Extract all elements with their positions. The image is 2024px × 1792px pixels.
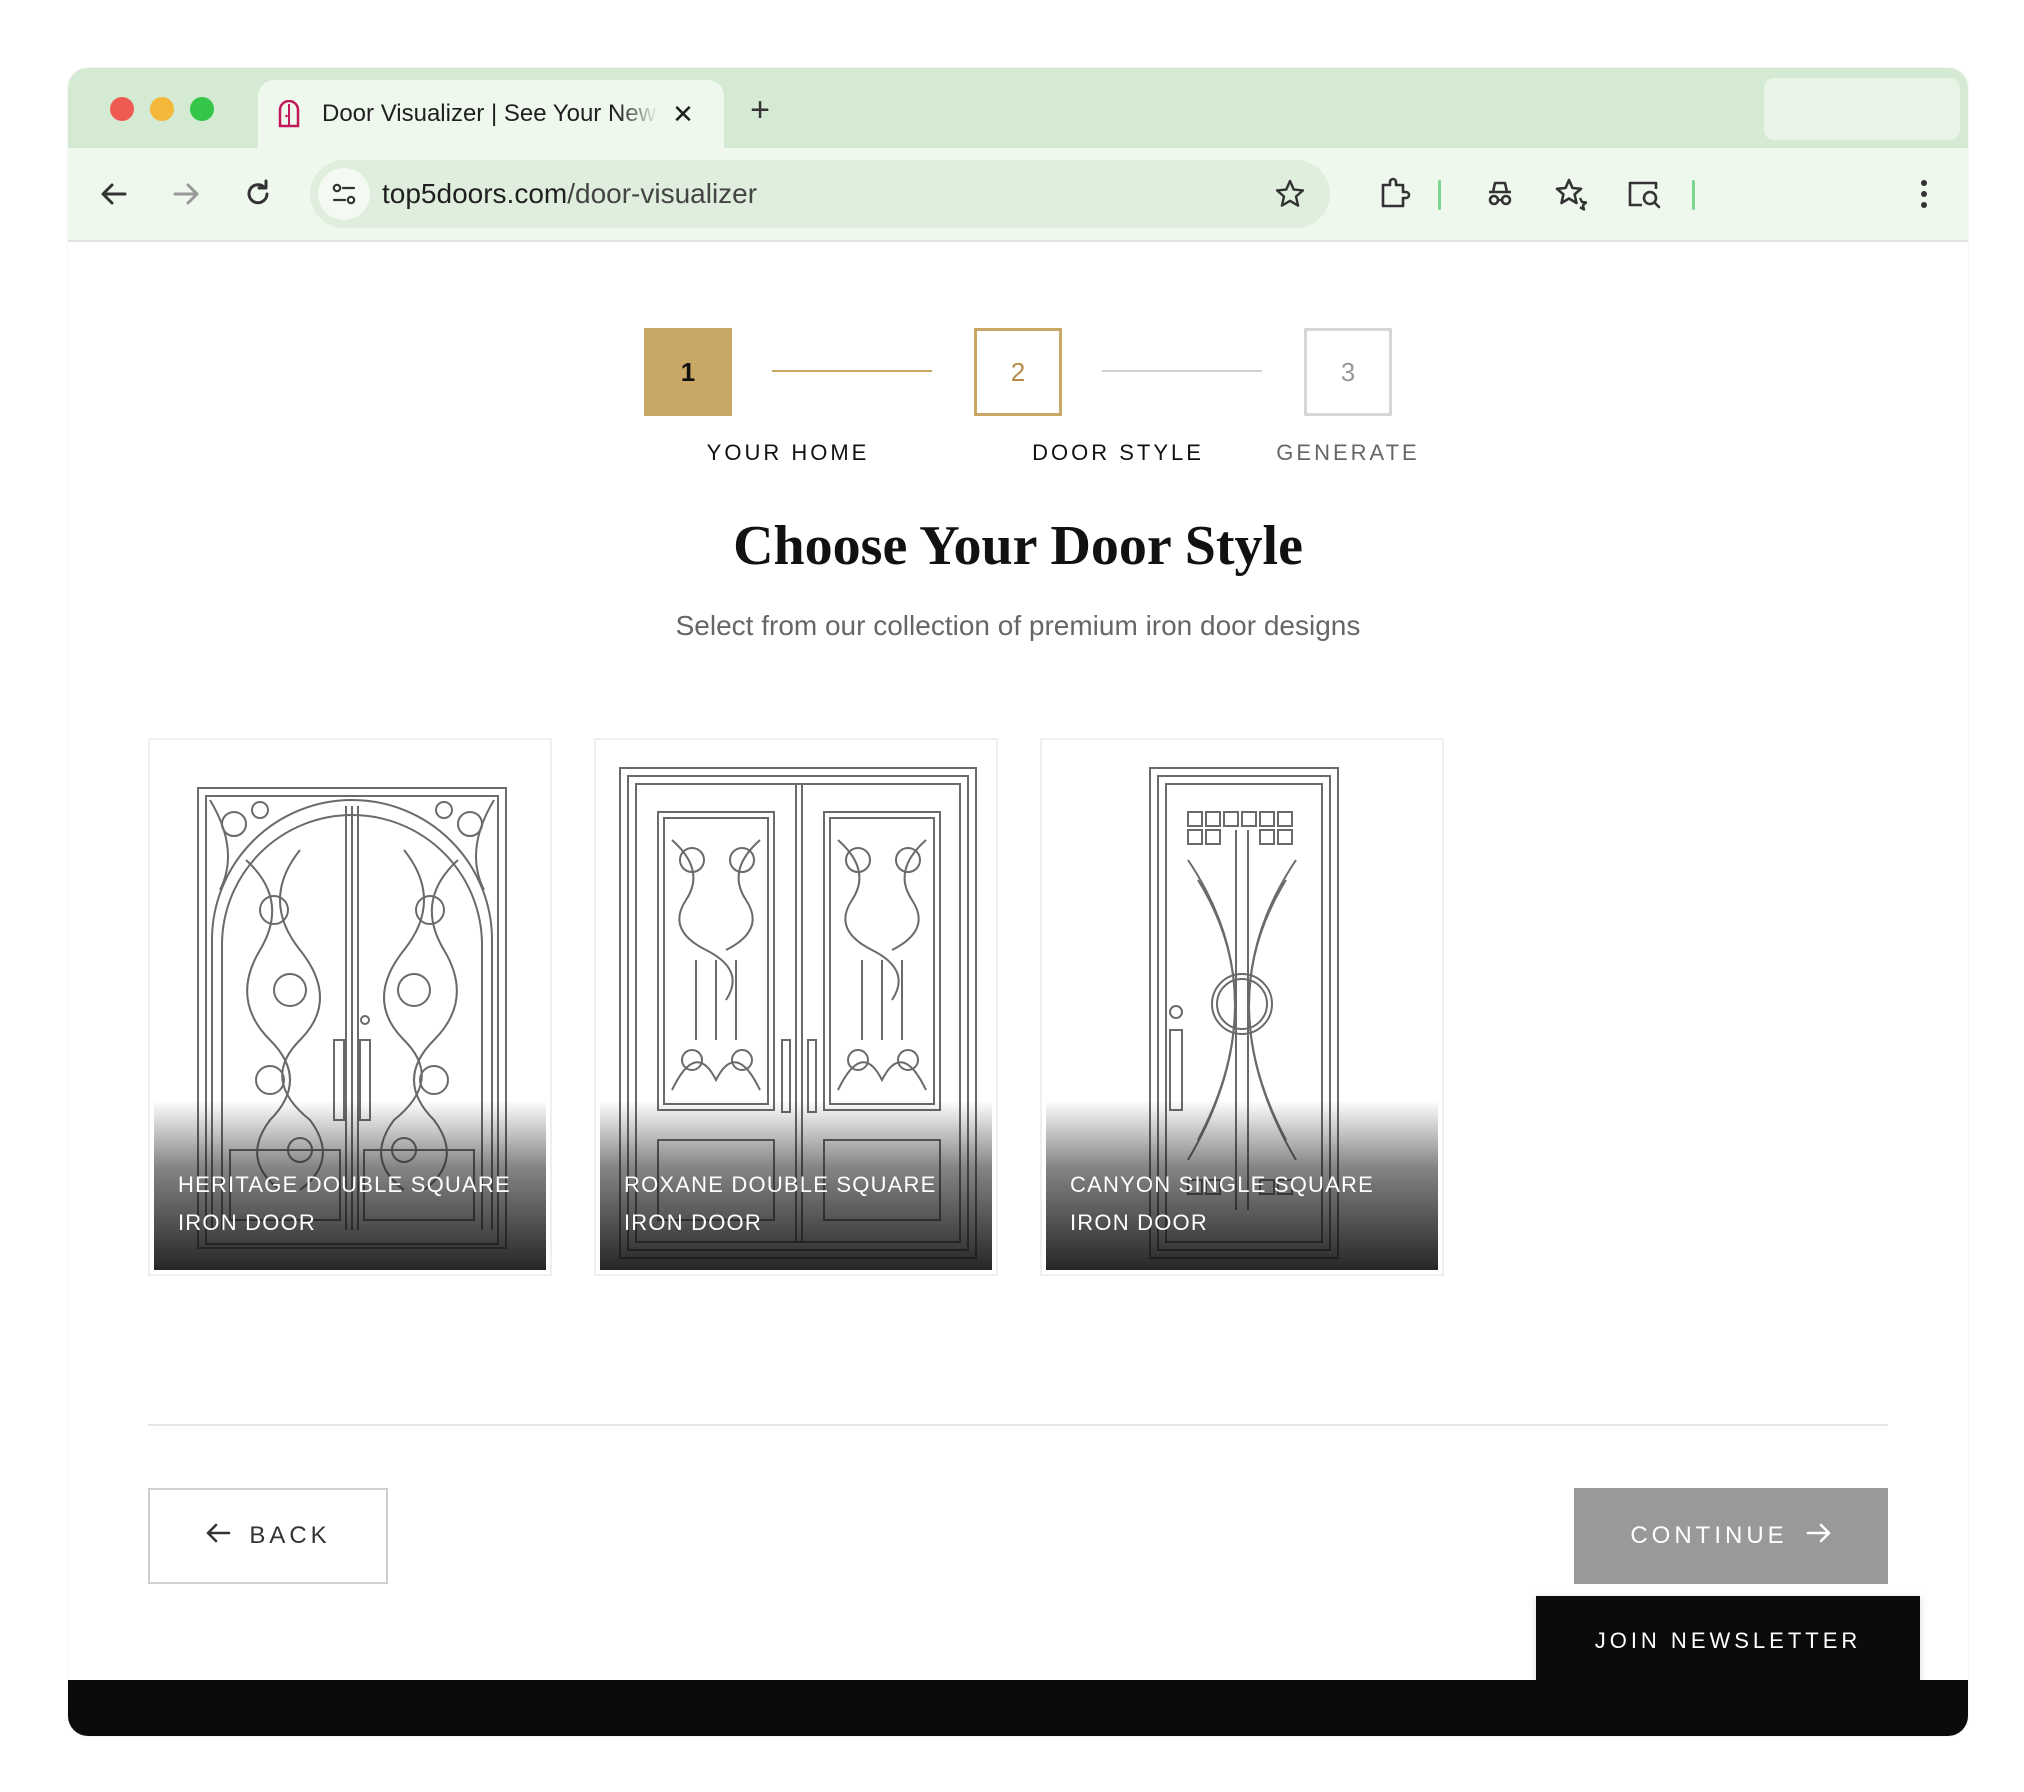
page-title: Choose Your Door Style xyxy=(733,515,1303,577)
page-subtitle: Select from our collection of premium ir… xyxy=(675,610,1361,641)
address-bar[interactable]: top5doors.com/door-visualizer xyxy=(310,160,1330,228)
favorites-star-icon[interactable] xyxy=(1546,168,1598,220)
tab-search-icon[interactable] xyxy=(1618,168,1670,220)
door-favicon-icon xyxy=(276,99,302,129)
door-card-heritage[interactable]: HERITAGE DOUBLE SQUARE IRON DOOR xyxy=(148,738,552,1276)
more-menu-icon[interactable] xyxy=(1898,168,1950,220)
door-card-canyon[interactable]: CANYON SINGLE SQUARE IRON DOOR xyxy=(1040,738,1444,1276)
door-name: ROXANE DOUBLE SQUARE IRON DOOR xyxy=(624,1172,937,1235)
reload-icon[interactable] xyxy=(232,168,284,220)
step-2-box[interactable]: 2 xyxy=(974,328,1062,416)
url-domain: top5doors.com xyxy=(382,178,568,209)
url-path: /door-visualizer xyxy=(567,178,758,209)
tab-strip: Door Visualizer | See Your New Iron Door… xyxy=(68,68,1968,148)
step-1-box[interactable]: 1 xyxy=(644,328,732,416)
forward-arrow-icon[interactable] xyxy=(160,168,212,220)
door-name: CANYON SINGLE SQUARE IRON DOOR xyxy=(1070,1172,1374,1235)
close-tab-icon[interactable]: ✕ xyxy=(668,99,698,129)
new-tab-button[interactable]: + xyxy=(740,90,780,130)
site-settings-icon[interactable] xyxy=(318,168,370,220)
tab-strip-profile-area[interactable] xyxy=(1764,78,1960,140)
section-divider xyxy=(148,1424,1888,1426)
back-button[interactable]: BACK xyxy=(148,1488,388,1584)
step-3-box: 3 xyxy=(1304,328,1392,416)
active-tab[interactable]: Door Visualizer | See Your New Iron Door… xyxy=(258,80,724,148)
door-name: HERITAGE DOUBLE SQUARE IRON DOOR xyxy=(178,1172,511,1235)
continue-button-label: CONTINUE xyxy=(1630,1522,1788,1549)
tab-title: Door Visualizer | See Your New Iron Door xyxy=(322,100,658,127)
extensions-puzzle-icon[interactable] xyxy=(1368,168,1420,220)
footer-bar xyxy=(68,1680,1968,1736)
step-connector-1 xyxy=(772,370,932,372)
back-button-label: BACK xyxy=(249,1522,331,1549)
toolbar-separator xyxy=(1692,180,1695,210)
step-1-label: YOUR HOME xyxy=(706,440,870,465)
minimize-window-button[interactable] xyxy=(150,97,174,121)
bookmark-star-icon[interactable] xyxy=(1270,174,1310,214)
step-connector-2 xyxy=(1102,370,1262,372)
back-arrow-icon[interactable] xyxy=(88,168,140,220)
toolbar-separator xyxy=(1438,180,1441,210)
continue-button[interactable]: CONTINUE xyxy=(1574,1488,1888,1584)
url-text[interactable]: top5doors.com/door-visualizer xyxy=(382,178,757,210)
incognito-icon[interactable] xyxy=(1474,168,1526,220)
browser-window: Door Visualizer | See Your New Iron Door… xyxy=(68,68,1968,1736)
arrow-right-icon xyxy=(1806,1522,1832,1551)
join-newsletter-button[interactable]: JOIN NEWSLETTER xyxy=(1536,1596,1920,1686)
arrow-left-icon xyxy=(205,1522,231,1551)
step-2-label: DOOR STYLE xyxy=(1032,440,1204,465)
page-content: 1 2 3 YOUR HOME DOOR STYLE GENERATE Choo… xyxy=(68,244,1968,1736)
browser-toolbar: top5doors.com/door-visualizer xyxy=(68,148,1968,242)
close-window-button[interactable] xyxy=(110,97,134,121)
door-card-roxane[interactable]: ROXANE DOUBLE SQUARE IRON DOOR xyxy=(594,738,998,1276)
maximize-window-button[interactable] xyxy=(190,97,214,121)
step-3-label: GENERATE xyxy=(1276,440,1420,465)
